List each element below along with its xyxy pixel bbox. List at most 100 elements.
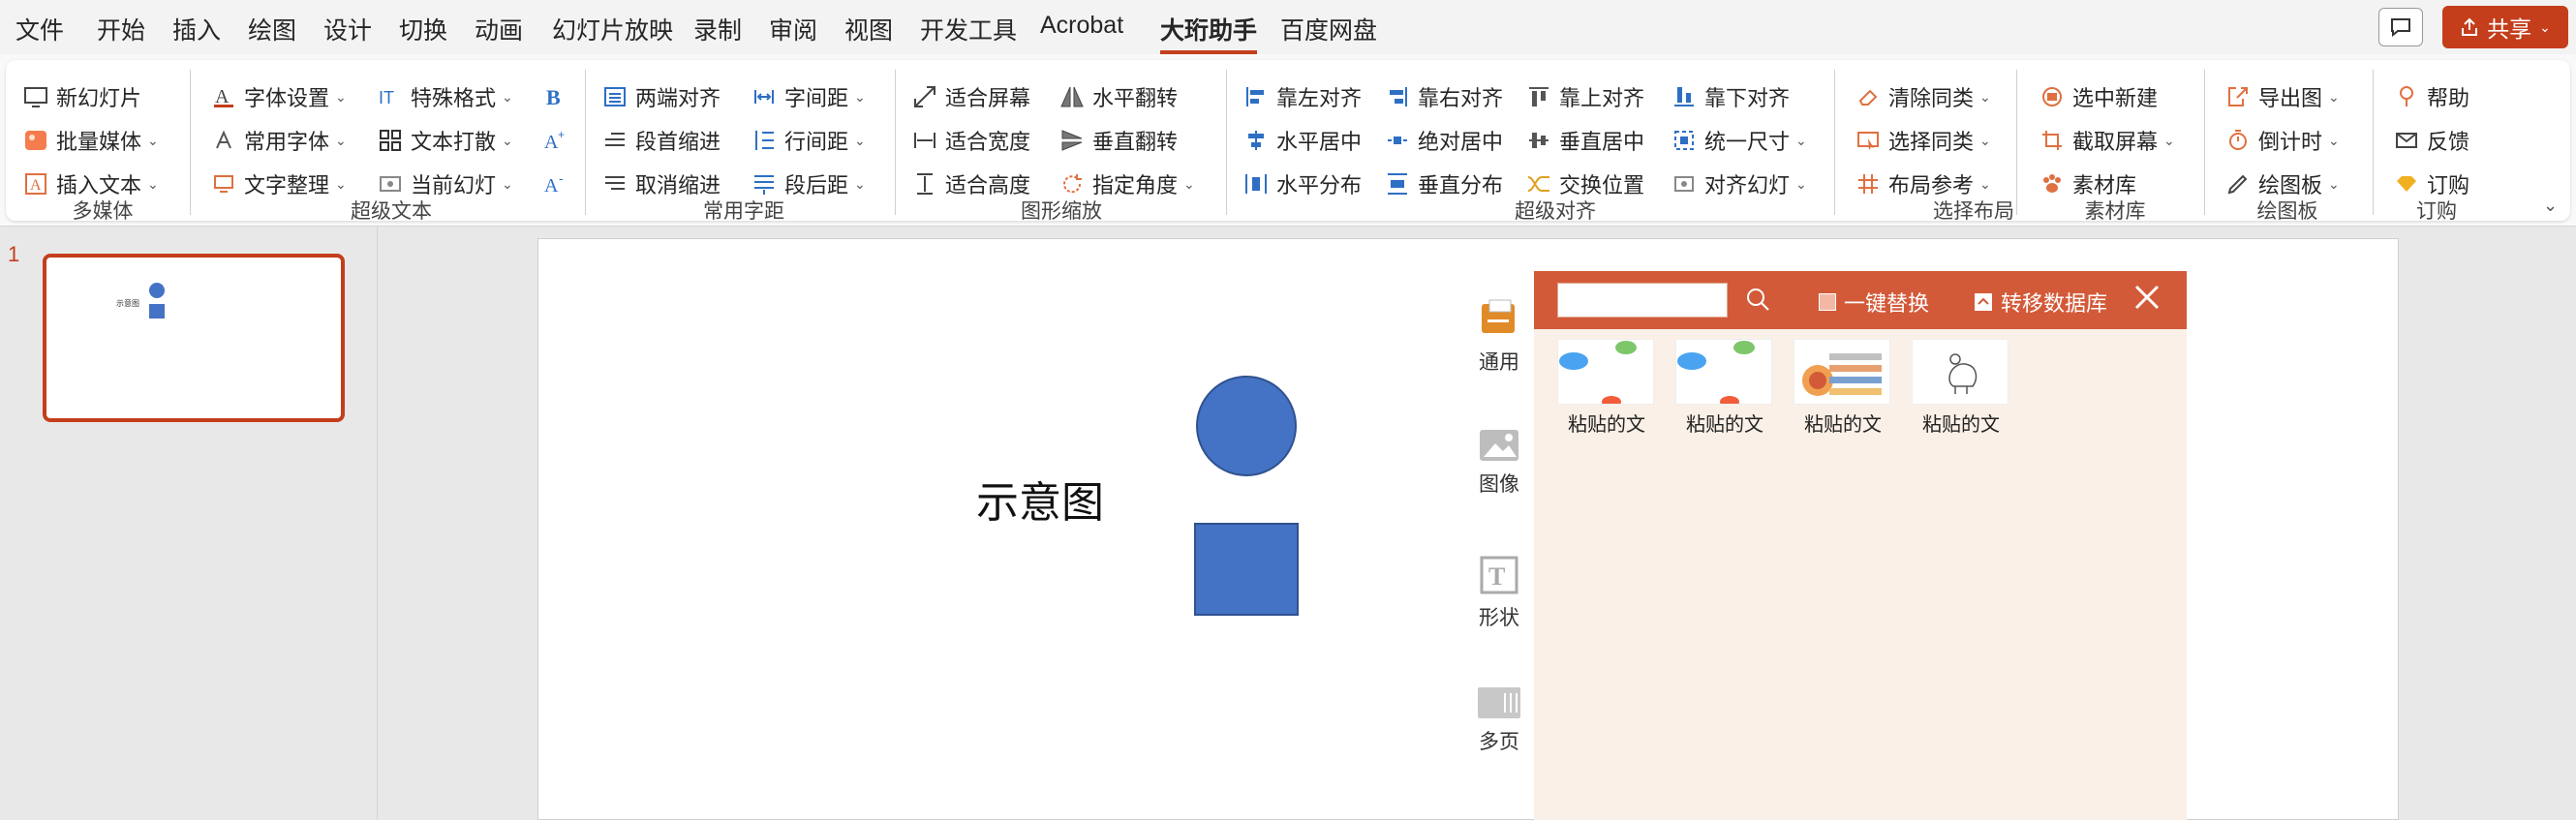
center-vertical-button[interactable]: 垂直居中 (1526, 123, 1644, 158)
new-slide-button[interactable]: 新幻灯片 (23, 79, 141, 114)
material-card[interactable]: 粘贴的文 (1557, 339, 1656, 437)
tab-animations[interactable]: 动画 (475, 12, 523, 46)
tab-acrobat[interactable]: Acrobat (1040, 12, 1123, 40)
material-card[interactable]: 粘贴的文 (1675, 339, 1774, 437)
group-label-subscribe: 订购 (2416, 200, 2457, 223)
tidy-icon (211, 171, 236, 197)
fit-height-button[interactable]: 适合高度 (912, 167, 1030, 201)
text-scatter-button[interactable]: 文本打散 ⌄ (378, 123, 513, 158)
search-button[interactable] (1745, 287, 1770, 312)
align-left-button[interactable]: 靠左对齐 (1243, 79, 1362, 114)
feedback-button[interactable]: 反馈 (2394, 123, 2469, 158)
uniform-size-button[interactable]: 统一尺寸 ⌄ (1671, 123, 1807, 158)
common-fonts-label: 常用字体 (244, 130, 330, 154)
select-similar-button[interactable]: 选择同类 ⌄ (1855, 123, 1991, 158)
line-spacing-icon (751, 128, 777, 153)
fit-width-button[interactable]: 适合宽度 (912, 123, 1030, 158)
distribute-horizontal-button[interactable]: 水平分布 (1243, 167, 1362, 201)
align-bottom-button[interactable]: 靠下对齐 (1671, 79, 1790, 114)
material-card[interactable]: 粘贴的文 (1794, 339, 1892, 437)
capture-screen-button[interactable]: 截取屏幕 ⌄ (2039, 123, 2175, 158)
absolute-center-icon (1385, 128, 1410, 153)
tab-draw[interactable]: 绘图 (248, 12, 296, 46)
special-format-button[interactable]: IT 特殊格式 ⌄ (378, 79, 513, 114)
flip-vertical-button[interactable]: 垂直翻转 (1059, 123, 1178, 158)
para-after-label: 段后距 (784, 173, 849, 197)
text-tidy-button[interactable]: 文字整理 ⌄ (211, 167, 347, 201)
side-tab-multipage[interactable]: 多页 (1470, 685, 1528, 755)
first-indent-button[interactable]: 段首缩进 (602, 123, 721, 158)
side-tab-multipage-label: 多页 (1479, 731, 1519, 753)
slide-text-box[interactable]: 示意图 (976, 468, 1104, 530)
text-tidy-label: 文字整理 (244, 173, 330, 197)
slide-thumbnail-1[interactable]: 示意图 (43, 254, 345, 422)
one-click-replace-button[interactable]: 一键替换 (1819, 287, 1929, 318)
export-image-button[interactable]: 导出图 ⌄ (2225, 79, 2340, 114)
align-slide-button[interactable]: 对齐幻灯 ⌄ (1671, 167, 1807, 201)
distribute-horizontal-icon (1243, 171, 1269, 197)
tab-slideshow[interactable]: 幻灯片放映 (552, 12, 673, 46)
align-right-button[interactable]: 靠右对齐 (1385, 79, 1503, 114)
batch-media-button[interactable]: 批量媒体 ⌄ (23, 123, 159, 158)
char-spacing-button[interactable]: 字间距 ⌄ (751, 79, 866, 114)
eraser-icon (1855, 84, 1881, 109)
tab-home[interactable]: 开始 (97, 12, 145, 46)
help-label: 帮助 (2427, 86, 2470, 110)
panel-search-input[interactable] (1557, 283, 1728, 318)
justify-button[interactable]: 两端对齐 (602, 79, 721, 114)
tab-transitions[interactable]: 切换 (399, 12, 447, 46)
bold-button[interactable]: B (542, 79, 567, 114)
help-button[interactable]: 帮助 (2394, 79, 2469, 114)
text-scatter-label: 文本打散 (411, 130, 497, 154)
tab-dahang-assistant[interactable]: 大珩助手 (1160, 12, 1258, 54)
fit-screen-button[interactable]: 适合屏幕 (912, 79, 1030, 114)
chevron-down-icon: ⌄ (147, 175, 159, 192)
first-indent-label: 段首缩进 (635, 130, 721, 154)
align-bottom-icon (1671, 84, 1697, 109)
common-fonts-button[interactable]: 常用字体 ⌄ (211, 123, 347, 158)
tab-baidu-netdisk[interactable]: 百度网盘 (1280, 12, 1377, 46)
tab-record[interactable]: 录制 (693, 12, 742, 46)
chevron-down-icon: ⌄ (1979, 175, 1991, 192)
center-horizontal-button[interactable]: 水平居中 (1243, 123, 1362, 158)
distribute-horizontal-label: 水平分布 (1276, 173, 1363, 197)
grow-font-button[interactable]: A + (542, 123, 567, 158)
tab-file[interactable]: 文件 (15, 12, 64, 46)
center-vertical-icon (1526, 128, 1551, 153)
migrate-database-button[interactable]: 转移数据库 (1974, 287, 2107, 318)
collapse-ribbon-icon[interactable]: ⌄ (2543, 196, 2558, 216)
card-label: 粘贴的文 (1686, 414, 1763, 436)
chevron-down-icon: ⌄ (2328, 132, 2340, 148)
side-tab-general-label: 通用 (1479, 351, 1519, 374)
tab-developer[interactable]: 开发工具 (920, 12, 1017, 46)
tab-insert[interactable]: 插入 (172, 12, 221, 46)
card-label: 粘贴的文 (1568, 414, 1645, 436)
align-top-icon (1526, 84, 1551, 109)
select-similar-label: 选择同类 (1888, 130, 1975, 154)
font-settings-button[interactable]: A 字体设置 ⌄ (211, 79, 347, 114)
line-spacing-button[interactable]: 行间距 ⌄ (751, 123, 866, 158)
blue-circle-shape[interactable] (1194, 374, 1299, 478)
fit-width-label: 适合宽度 (945, 130, 1031, 154)
absolute-center-button[interactable]: 绝对居中 (1385, 123, 1503, 158)
blue-square-shape[interactable] (1194, 523, 1299, 616)
align-top-button[interactable]: 靠上对齐 (1526, 79, 1644, 114)
search-icon (1747, 289, 1769, 311)
countdown-button[interactable]: 倒计时 ⌄ (2225, 123, 2340, 158)
side-tab-image[interactable]: 图像 (1470, 428, 1528, 498)
share-button[interactable]: 共享 ⌄ (2442, 6, 2568, 48)
clear-similar-button[interactable]: 清除同类 ⌄ (1855, 79, 1991, 114)
select-new-button[interactable]: 选中新建 (2039, 79, 2158, 114)
material-card[interactable]: 粘贴的文 (1912, 339, 2010, 437)
side-tab-shape[interactable]: T 形状 (1470, 554, 1528, 631)
distribute-vertical-button[interactable]: 垂直分布 (1385, 167, 1503, 201)
close-panel-button[interactable] (2132, 283, 2162, 312)
comments-button[interactable] (2378, 8, 2423, 46)
tab-design[interactable]: 设计 (323, 12, 372, 46)
tab-view[interactable]: 视图 (844, 12, 893, 46)
side-tab-general[interactable]: 通用 (1470, 298, 1528, 376)
shrink-font-button[interactable]: A- (542, 167, 567, 201)
flip-horizontal-button[interactable]: 水平翻转 (1059, 79, 1178, 114)
export-image-label: 导出图 (2258, 86, 2323, 110)
tab-review[interactable]: 审阅 (769, 12, 817, 46)
